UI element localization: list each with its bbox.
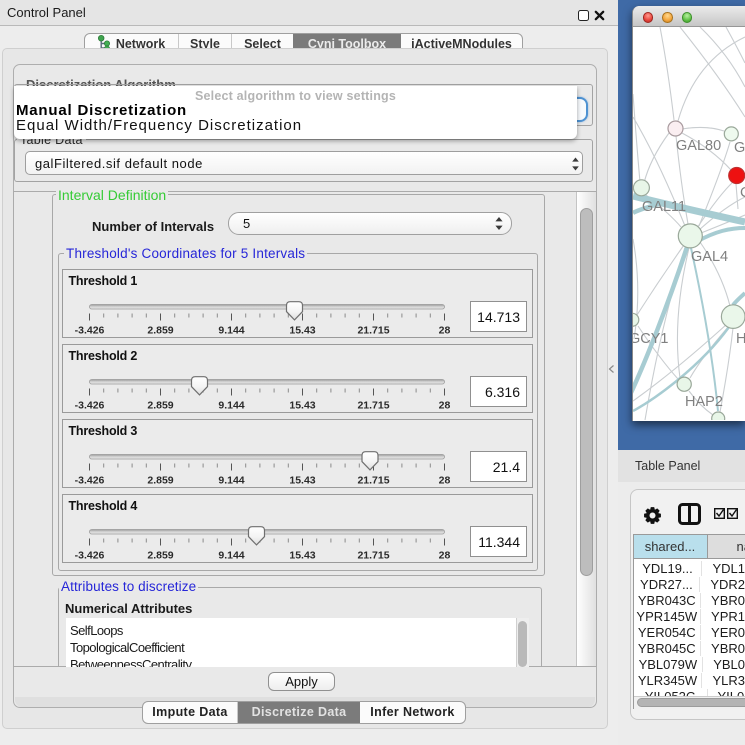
svg-text:15.43: 15.43 bbox=[289, 399, 315, 411]
svg-text:G: G bbox=[734, 140, 745, 156]
svg-text:15.43: 15.43 bbox=[289, 324, 315, 336]
svg-text:H: H bbox=[736, 331, 745, 347]
svg-text:21.715: 21.715 bbox=[357, 324, 389, 336]
svg-text:28: 28 bbox=[438, 324, 450, 336]
svg-text:2.859: 2.859 bbox=[147, 549, 173, 561]
svg-text:-3.426: -3.426 bbox=[74, 549, 104, 561]
svg-text:21.715: 21.715 bbox=[357, 549, 389, 561]
svg-text:-3.426: -3.426 bbox=[74, 324, 104, 336]
svg-text:HAP2: HAP2 bbox=[685, 394, 723, 410]
svg-text:15.43: 15.43 bbox=[289, 474, 315, 486]
svg-text:GAL11: GAL11 bbox=[642, 199, 686, 215]
svg-text:C: C bbox=[740, 185, 745, 201]
svg-text:2.859: 2.859 bbox=[147, 399, 173, 411]
svg-text:GAL80: GAL80 bbox=[676, 138, 721, 154]
svg-text:GAL4: GAL4 bbox=[691, 249, 728, 265]
svg-text:21.715: 21.715 bbox=[357, 399, 389, 411]
svg-text:-3.426: -3.426 bbox=[74, 399, 104, 411]
svg-text:9.144: 9.144 bbox=[218, 474, 244, 486]
svg-text:9.144: 9.144 bbox=[218, 324, 244, 336]
svg-text:-3.426: -3.426 bbox=[74, 474, 104, 486]
svg-text:28: 28 bbox=[438, 399, 450, 411]
svg-text:15.43: 15.43 bbox=[289, 549, 315, 561]
svg-text:21.715: 21.715 bbox=[357, 474, 389, 486]
svg-text:9.144: 9.144 bbox=[218, 399, 244, 411]
svg-text:28: 28 bbox=[438, 474, 450, 486]
svg-text:2.859: 2.859 bbox=[147, 474, 173, 486]
svg-text:2.859: 2.859 bbox=[147, 324, 173, 336]
svg-text:GCY1: GCY1 bbox=[633, 331, 669, 347]
svg-text:9.144: 9.144 bbox=[218, 549, 244, 561]
svg-text:28: 28 bbox=[438, 549, 450, 561]
